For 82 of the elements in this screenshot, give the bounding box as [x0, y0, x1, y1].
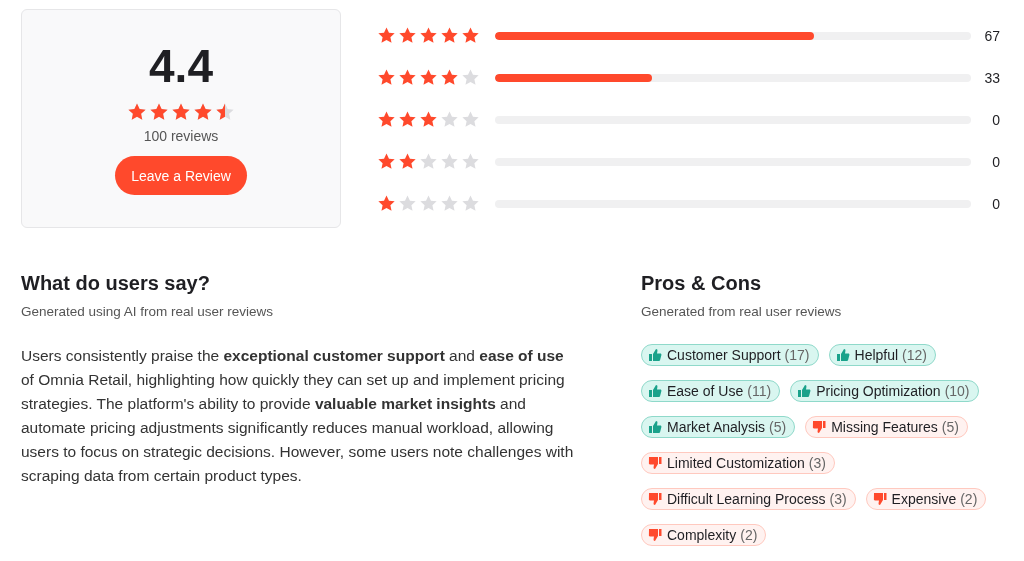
tag[interactable]: Difficult Learning Process (3) — [641, 488, 856, 510]
thumbs-down-icon — [648, 528, 662, 542]
star-icon — [193, 102, 213, 122]
thumbs-up-icon — [648, 348, 662, 362]
tag-count: (3) — [808, 455, 826, 471]
star-icon — [127, 102, 147, 122]
star-icon — [377, 152, 396, 171]
star-icon — [461, 26, 480, 45]
review-count: 100 reviews — [143, 128, 219, 144]
rating-count: 0 — [991, 153, 1000, 170]
tag-count: (2) — [740, 527, 758, 543]
star-icon — [419, 194, 438, 213]
star-icon — [398, 194, 417, 213]
tag[interactable]: Helpful (12) — [828, 344, 936, 366]
rating-count: 67 — [983, 27, 1000, 44]
star-icon — [377, 26, 396, 45]
tag-count: (17) — [784, 347, 810, 363]
section-subtitle: Generated from real user reviews — [641, 304, 843, 319]
section-subtitle: Generated using AI from real user reviews — [21, 304, 275, 319]
thumbs-down-icon — [872, 492, 887, 506]
thumbs-up-icon — [797, 384, 812, 398]
tag-count: (11) — [747, 383, 772, 399]
summary-paragraph: Users consistently praise the exceptional customer support and ease of use of Omnia Retail, highlighting how quickly they can set up and implement pricing strategies. The platform's ability to provide valuable market insights and automate pricing adjustments significantly reduces manual workload, allowing users to focus on strategic decisions. However, some users note challenges with scraping data from certain product types. — [21, 346, 575, 486]
average-score: 4.4 — [149, 40, 213, 92]
tag-label: Customer Support — [667, 347, 781, 363]
star-icon — [398, 68, 417, 87]
tag[interactable]: Complexity (2) — [641, 524, 767, 546]
tag-count: (3) — [829, 491, 847, 507]
rating-count: 0 — [991, 111, 1000, 128]
tag-label: Difficult Learning Process — [667, 491, 826, 507]
thumbs-up-icon — [835, 348, 850, 362]
star-icon — [461, 68, 480, 87]
thumbs-down-icon — [648, 456, 662, 470]
thumbs-down-icon — [812, 420, 827, 434]
tag[interactable]: Customer Support (17) — [641, 344, 819, 366]
tag-label: Helpful — [854, 347, 899, 363]
section-title: Pros & Cons — [641, 271, 763, 296]
tag[interactable]: Limited Customization (3) — [641, 452, 835, 474]
tag[interactable]: Market Analysis (5) — [641, 416, 796, 438]
tag-count: (5) — [941, 419, 959, 435]
rating-count: 0 — [991, 195, 1000, 212]
tag-label: Pricing Optimization — [816, 383, 941, 399]
star-icon — [398, 152, 417, 171]
star-icon — [377, 68, 396, 87]
star-icon — [215, 102, 235, 122]
star-icon — [419, 152, 438, 171]
thumbs-up-icon — [648, 420, 662, 434]
star-icon — [440, 110, 459, 129]
tag-count: (12) — [902, 347, 927, 363]
tag-label: Complexity — [667, 527, 737, 543]
star-icon — [440, 194, 459, 213]
star-icon — [461, 110, 480, 129]
star-icon — [377, 110, 396, 129]
thumbs-up-icon — [648, 384, 662, 398]
star-icon — [440, 26, 459, 45]
star-icon — [440, 152, 459, 171]
tag-label: Limited Customization — [667, 455, 805, 471]
tag-count: (5) — [769, 419, 787, 435]
star-icon — [461, 152, 480, 171]
tag[interactable]: Missing Features (5) — [805, 416, 968, 438]
section-title: What do users say? — [21, 271, 211, 296]
star-icon — [398, 26, 417, 45]
star-icon — [398, 110, 417, 129]
star-icon — [149, 102, 169, 122]
tag-label: Market Analysis — [667, 419, 766, 435]
tag[interactable]: Pricing Optimization (10) — [790, 380, 979, 402]
star-icon — [419, 110, 438, 129]
rating-count: 33 — [983, 69, 1000, 86]
tag-label: Expensive — [891, 491, 957, 507]
star-icon — [377, 194, 396, 213]
star-icon — [419, 68, 438, 87]
star-icon — [419, 26, 438, 45]
tag-count: (2) — [960, 491, 978, 507]
star-icon — [171, 102, 191, 122]
star-icon — [440, 68, 459, 87]
thumbs-down-icon — [648, 492, 662, 506]
tag-label: Missing Features — [831, 419, 938, 435]
tag-label: Ease of Use — [667, 383, 744, 399]
tag[interactable]: Expensive (2) — [865, 488, 987, 510]
star-icon — [461, 194, 480, 213]
tag[interactable]: Ease of Use (11) — [641, 380, 781, 402]
tag-count: (10) — [944, 383, 970, 399]
